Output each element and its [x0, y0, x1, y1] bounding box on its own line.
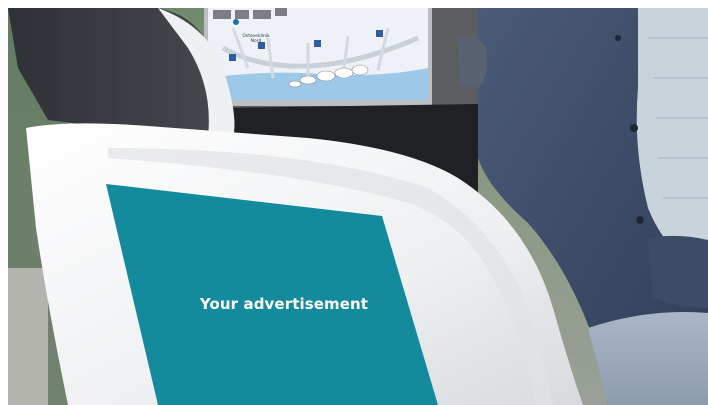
advertisement-label: Your advertisement [199, 295, 369, 313]
passenger-pants [588, 312, 708, 405]
bus-seat-scene [8, 8, 708, 405]
map-stop-label-line2: Nord [250, 39, 262, 44]
photo-frame: Ostseeklinik Nord Your advertisement [8, 8, 708, 405]
map-stop-label: Ostseeklinik Nord [226, 34, 286, 44]
map-display [204, 8, 432, 106]
